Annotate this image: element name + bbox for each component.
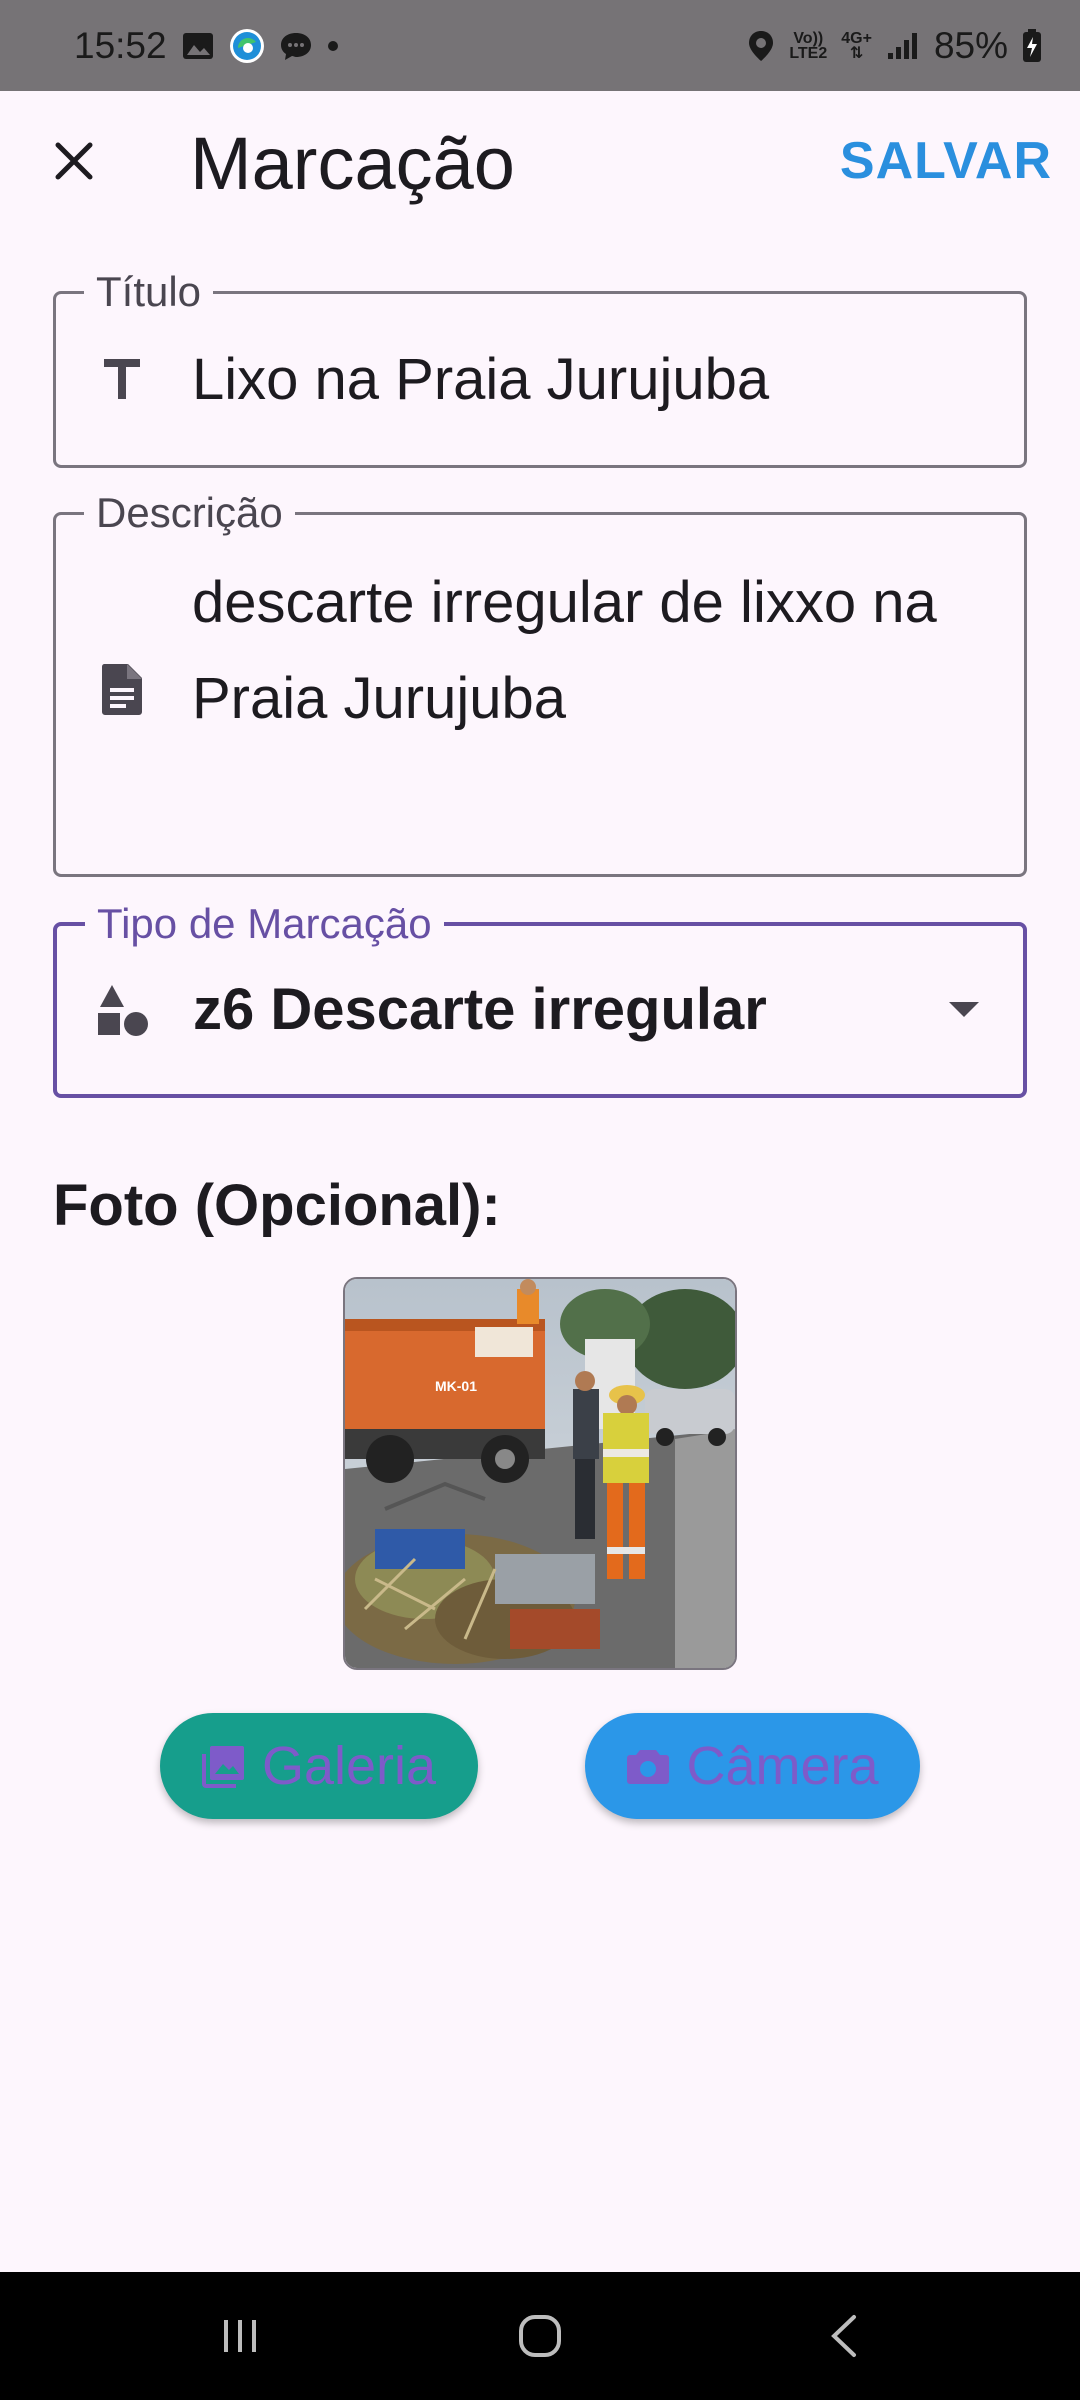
app-bar: Marcação SALVAR: [0, 91, 1080, 241]
navigation-bar: [0, 2272, 1080, 2400]
edge-browser-icon: [229, 28, 265, 64]
selected-photo: MK-01: [343, 1277, 737, 1670]
signal-icon: [886, 31, 920, 61]
close-icon: [55, 142, 93, 180]
gallery-button[interactable]: Galeria: [160, 1713, 478, 1819]
status-time: 15:52: [74, 24, 167, 66]
page-title: Marcação: [190, 122, 515, 205]
dot-icon: [327, 40, 339, 52]
status-left: 15:52: [74, 25, 339, 67]
camera-button-label: Câmera: [686, 1736, 879, 1796]
recent-apps-icon: [224, 2320, 256, 2352]
volte-indicator: Vo)) LTE2: [789, 30, 828, 62]
back-button[interactable]: [814, 2306, 874, 2366]
image-icon: [181, 31, 215, 61]
photo-library-icon: [201, 1746, 244, 1788]
type-dropdown[interactable]: Tipo de Marcação z6 Descarte irregular: [53, 900, 1027, 1098]
status-right: Vo)) LTE2 4G+ ⇅ 85%: [747, 25, 1042, 67]
gallery-button-label: Galeria: [261, 1736, 437, 1796]
camera-button[interactable]: Câmera: [585, 1713, 920, 1819]
close-button[interactable]: [44, 131, 104, 191]
description-field-value: descarte irregular de lixxo na Praia Jur…: [192, 570, 937, 731]
data-arrows-icon: ⇅: [849, 44, 864, 62]
photo-section-label: Foto (Opcional):: [53, 1173, 501, 1238]
battery-percent: 85%: [933, 24, 1008, 66]
type-field-label: Tipo de Marcação: [85, 900, 444, 948]
battery-charging-icon: [1022, 28, 1042, 63]
title-field-label: Título: [84, 268, 214, 316]
lte-label: LTE2: [789, 44, 828, 62]
status-bar: 15:52 Vo)) LTE2 4G+ ⇅ 85%: [0, 0, 1080, 91]
text-format-icon: [92, 349, 152, 409]
recent-apps-button[interactable]: [210, 2306, 270, 2366]
home-button[interactable]: [510, 2306, 570, 2366]
document-icon: [92, 659, 152, 719]
location-icon: [747, 29, 775, 63]
title-field-value: Lixo na Praia Jurujuba: [192, 347, 770, 412]
category-icon: [93, 980, 153, 1040]
dropdown-arrow-icon[interactable]: [949, 1002, 979, 1017]
home-icon: [519, 2315, 561, 2357]
title-field[interactable]: Título Lixo na Praia Jurujuba: [53, 268, 1027, 468]
network-type-indicator: 4G+ ⇅: [841, 30, 872, 62]
description-field[interactable]: Descrição descarte irregular de lixxo na…: [53, 489, 1027, 877]
save-button[interactable]: SALVAR: [840, 131, 1052, 191]
camera-icon: [627, 1750, 670, 1784]
chat-bubble-icon: [279, 30, 313, 62]
back-icon: [831, 2315, 856, 2357]
truck-plate-text: MK-01: [435, 1378, 477, 1394]
type-field-value: z6 Descarte irregular: [193, 977, 767, 1042]
description-field-label: Descrição: [84, 489, 295, 537]
